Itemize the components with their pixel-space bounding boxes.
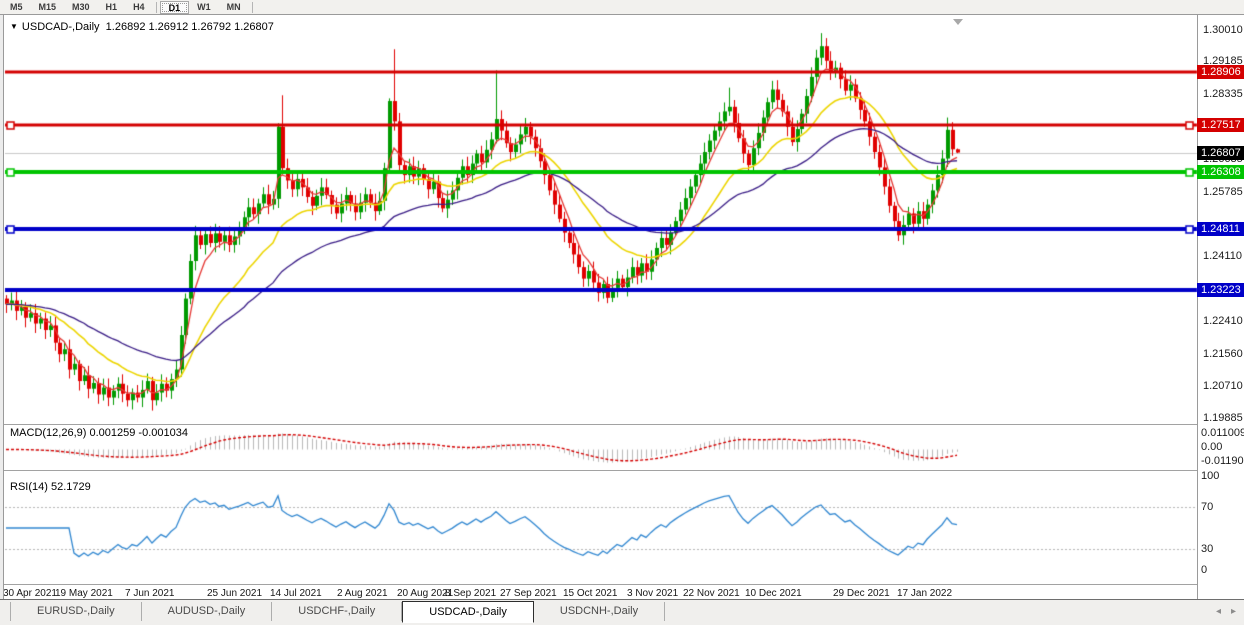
chart-header: ▼ USDCAD-,Daily 1.26892 1.26912 1.26792 1…: [10, 21, 274, 33]
rsi-tick-label: 100: [1201, 470, 1219, 482]
chart-shift-marker-icon[interactable]: [953, 19, 963, 25]
date-tick-label: 25 Jun 2021: [207, 588, 262, 599]
tab-usdchf[interactable]: USDCHF-,Daily: [272, 602, 402, 621]
macd-rsi-separator[interactable]: [4, 470, 1197, 471]
price-axis-border: [1197, 15, 1198, 599]
macd-tick-label: -0.01190: [1201, 455, 1244, 467]
window-left-border: [0, 15, 4, 599]
date-tick-label: 10 Dec 2021: [745, 588, 802, 599]
chart-macd-separator[interactable]: [4, 424, 1197, 425]
date-tick-label: 8 Sep 2021: [445, 588, 496, 599]
rsi-tick-label: 0: [1201, 564, 1207, 576]
terminal-window: M5 M15 M30 H1 H4 D1 W1 MN ▼ USDCAD-,Daily…: [0, 0, 1244, 625]
date-tick-label: 14 Jul 2021: [270, 588, 322, 599]
chart-dropdown-icon[interactable]: ▼: [10, 22, 18, 31]
hline-price-badge: 1.27517: [1197, 118, 1244, 132]
price-tick-label: 1.28335: [1203, 88, 1243, 100]
tab-audusd[interactable]: AUDUSD-,Daily: [142, 602, 273, 621]
rsi-dateaxis-separator: [4, 584, 1197, 585]
date-tick-label: 2 Aug 2021: [337, 588, 388, 599]
date-tick-label: 30 Apr 2021: [3, 588, 57, 599]
hline-price-badge: 1.23223: [1197, 283, 1244, 297]
tab-eurusd[interactable]: EURUSD-,Daily: [10, 602, 142, 621]
timeframe-button-w1[interactable]: W1: [189, 1, 219, 14]
price-tick-label: 1.22410: [1203, 315, 1243, 327]
hline-price-badge: 1.28906: [1197, 65, 1244, 79]
timeframe-button-m15[interactable]: M15: [31, 1, 65, 14]
rsi-tick-label: 70: [1201, 501, 1213, 513]
toolbar-separator: [156, 2, 157, 13]
date-tick-label: 19 May 2021: [55, 588, 113, 599]
price-tick-label: 1.25785: [1203, 186, 1243, 198]
chart-ohlc-values: 1.26892 1.26912 1.26792 1.26807: [106, 21, 274, 33]
date-tick-label: 15 Oct 2021: [563, 588, 617, 599]
tab-scroll-right-icon[interactable]: ▸: [1231, 607, 1236, 617]
macd-title: MACD(12,26,9): [10, 427, 86, 439]
hline-price-badge: 1.26308: [1197, 165, 1244, 179]
timeframe-button-h1[interactable]: H1: [98, 1, 126, 14]
tab-usdcnh[interactable]: USDCNH-,Daily: [534, 602, 665, 621]
hline-price-badge: 1.24811: [1197, 222, 1244, 236]
macd-values: 0.001259 -0.001034: [89, 427, 187, 439]
tab-scroll-left-icon[interactable]: ◂: [1216, 607, 1221, 617]
chart-symbol-title: USDCAD-,Daily: [22, 21, 100, 33]
price-tick-label: 1.21560: [1203, 348, 1243, 360]
date-tick-label: 27 Sep 2021: [500, 588, 557, 599]
macd-header: MACD(12,26,9) 0.001259 -0.001034: [10, 427, 188, 439]
rsi-tick-label: 30: [1201, 543, 1213, 555]
price-tick-label: 1.19885: [1203, 412, 1243, 424]
price-tick-label: 1.30010: [1203, 24, 1243, 36]
toolbar-separator: [252, 2, 253, 13]
timeframe-button-mn[interactable]: MN: [219, 1, 249, 14]
price-tick-label: 1.20710: [1203, 380, 1243, 392]
chart-canvas[interactable]: [0, 0, 1244, 625]
rsi-title: RSI(14): [10, 481, 48, 493]
rsi-value: 52.1729: [51, 481, 91, 493]
chart-tab-bar: EURUSD-,Daily AUDUSD-,Daily USDCHF-,Dail…: [0, 599, 1244, 625]
date-tick-label: 22 Nov 2021: [683, 588, 740, 599]
tab-scroll-controls: ◂ ▸: [1216, 602, 1236, 617]
timeframe-toolbar: M5 M15 M30 H1 H4 D1 W1 MN: [0, 0, 1244, 15]
tab-usdcad-active[interactable]: USDCAD-,Daily: [402, 601, 534, 623]
date-tick-label: 7 Jun 2021: [125, 588, 175, 599]
macd-tick-label: 0.00: [1201, 441, 1222, 453]
date-tick-label: 29 Dec 2021: [833, 588, 890, 599]
date-tick-label: 3 Nov 2021: [627, 588, 678, 599]
macd-tick-label: 0.011009: [1201, 427, 1244, 439]
timeframe-button-h4[interactable]: H4: [125, 1, 153, 14]
date-tick-label: 17 Jan 2022: [897, 588, 952, 599]
timeframe-button-d1[interactable]: D1: [160, 1, 190, 14]
timeframe-button-m30[interactable]: M30: [64, 1, 98, 14]
current-price-badge: 1.26807: [1197, 146, 1244, 160]
price-tick-label: 1.24110: [1203, 250, 1242, 262]
timeframe-button-m5[interactable]: M5: [2, 1, 31, 14]
rsi-header: RSI(14) 52.1729: [10, 481, 91, 493]
